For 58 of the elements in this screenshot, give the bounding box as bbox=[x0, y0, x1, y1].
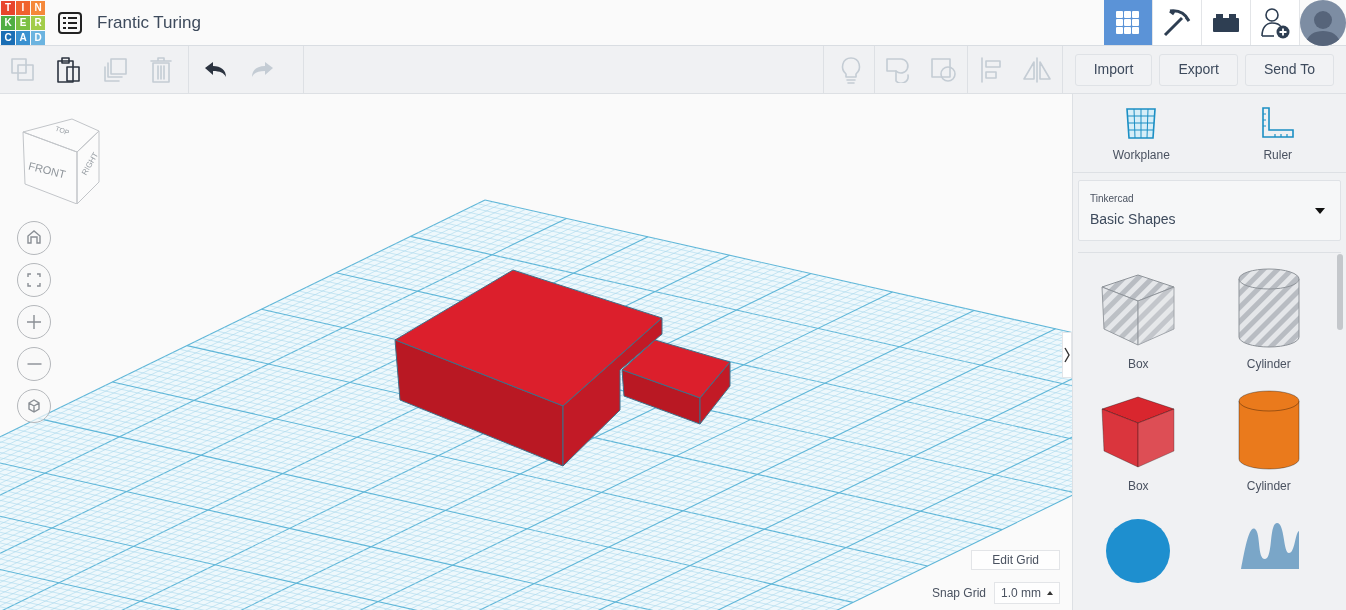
pickaxe-icon bbox=[1162, 7, 1192, 38]
ruler-button[interactable]: Ruler bbox=[1209, 94, 1346, 172]
mirror-icon bbox=[1021, 56, 1052, 83]
lightbulb-icon bbox=[839, 55, 862, 84]
dropdown-caret-icon bbox=[1315, 207, 1325, 214]
logo-letter: I bbox=[16, 0, 30, 15]
grid-icon bbox=[1116, 10, 1140, 35]
fit-button[interactable] bbox=[17, 263, 51, 297]
logo-letter: R bbox=[31, 15, 45, 30]
shape-tile[interactable]: Cylinder bbox=[1203, 265, 1334, 373]
brick-icon bbox=[1212, 11, 1240, 34]
collapse-panel-tab[interactable] bbox=[1062, 332, 1072, 378]
workplane-icon bbox=[1124, 106, 1159, 140]
workplane-button[interactable]: Workplane bbox=[1073, 94, 1210, 172]
pickaxe-tab[interactable] bbox=[1153, 0, 1202, 45]
snap-grid-label: Snap Grid bbox=[931, 585, 986, 602]
cube-face-label: FRONT bbox=[26, 158, 68, 183]
add-user-icon bbox=[1260, 5, 1290, 40]
logo-letter: D bbox=[31, 30, 45, 45]
logo-letter: A bbox=[16, 30, 30, 45]
duplicate-icon bbox=[102, 56, 128, 83]
zoom-out-button[interactable] bbox=[17, 347, 51, 381]
box-shape[interactable] bbox=[394, 269, 663, 467]
perspective-button[interactable] bbox=[17, 389, 51, 423]
logo-letter: C bbox=[1, 30, 15, 45]
snap-grid-select[interactable]: 1.0 mm bbox=[994, 582, 1060, 604]
edit-grid-button[interactable]: Edit Grid bbox=[971, 550, 1060, 570]
zoom-in-button[interactable] bbox=[17, 305, 51, 339]
action-button[interactable]: Import bbox=[1074, 53, 1153, 86]
brick-tab[interactable] bbox=[1202, 0, 1251, 45]
logo[interactable]: T I N K E R C A D bbox=[1, 0, 45, 45]
avatar[interactable] bbox=[1300, 0, 1346, 46]
logo-letter: K bbox=[1, 15, 15, 30]
ruler-icon bbox=[1260, 106, 1295, 140]
shape-tile[interactable]: Box bbox=[1073, 387, 1204, 495]
chevron-icon bbox=[1064, 347, 1070, 363]
redo-icon bbox=[250, 60, 274, 79]
action-button[interactable]: Send To bbox=[1244, 53, 1334, 86]
add-user-tab[interactable] bbox=[1251, 0, 1300, 45]
undo-icon bbox=[204, 60, 228, 79]
copy-icon bbox=[10, 56, 36, 83]
design-list-button[interactable] bbox=[58, 11, 82, 34]
home-button[interactable] bbox=[17, 221, 51, 255]
trash-icon bbox=[149, 55, 173, 84]
logo-letter: N bbox=[31, 0, 45, 15]
action-button[interactable]: Export bbox=[1159, 53, 1238, 86]
project-title[interactable]: Frantic Turing bbox=[97, 9, 201, 36]
shape-tile[interactable]: Box bbox=[1073, 265, 1204, 373]
logo-letter: T bbox=[1, 0, 15, 15]
align-icon bbox=[978, 56, 1003, 83]
ungroup-shapes-icon bbox=[929, 56, 958, 83]
shape-tile[interactable]: Cylinder bbox=[1203, 387, 1334, 495]
logo-letter: E bbox=[16, 15, 30, 30]
box-shape[interactable] bbox=[621, 339, 731, 425]
group-shapes-icon bbox=[884, 56, 911, 83]
library-dropdown[interactable]: Tinkercad Basic Shapes bbox=[1078, 180, 1341, 241]
caret-icon bbox=[1047, 591, 1053, 595]
clipboard-icon bbox=[56, 55, 82, 84]
